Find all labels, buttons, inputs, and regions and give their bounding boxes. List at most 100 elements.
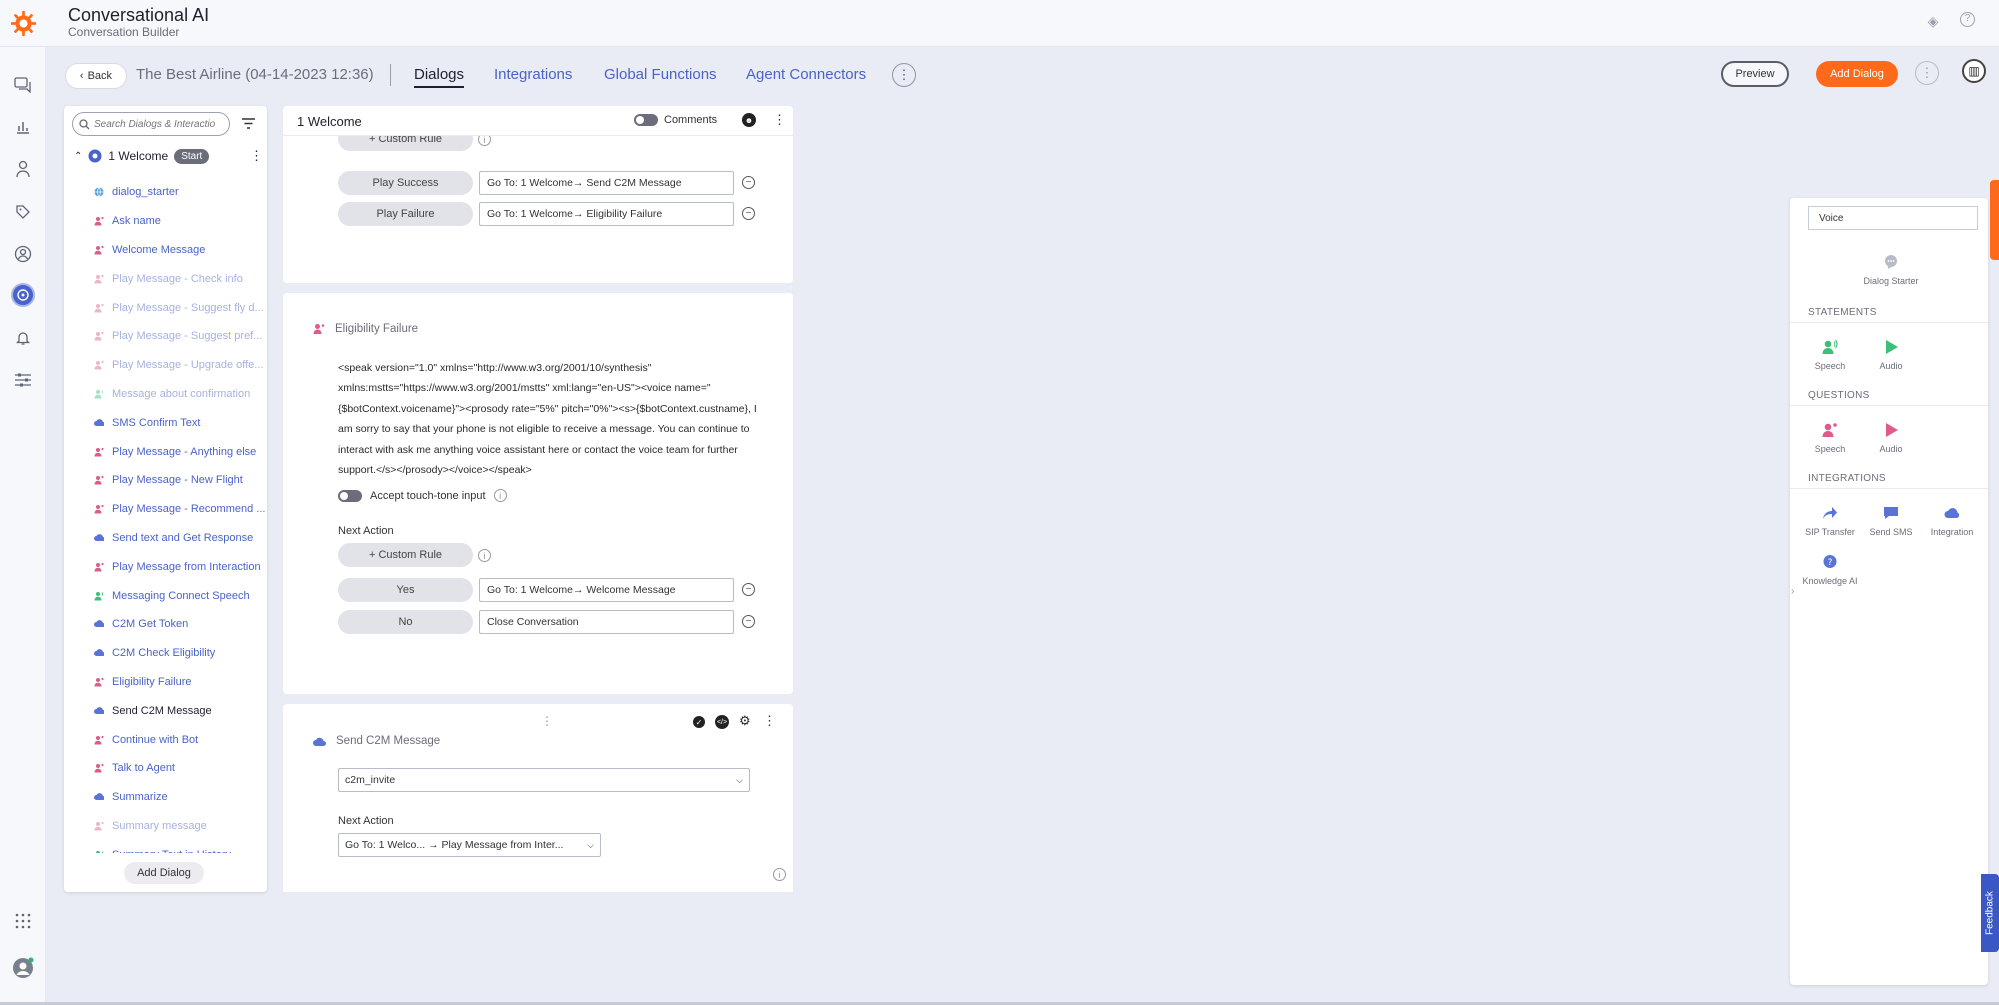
- avatar[interactable]: [11, 956, 35, 980]
- dialog-list-item-label: Send text and Get Response: [112, 531, 254, 544]
- gear-icon[interactable]: ⚙: [739, 713, 751, 729]
- next-action-select[interactable]: Go To: 1 Welco... → Play Message from In…: [338, 833, 601, 857]
- dialog-list-item[interactable]: Summary message: [64, 812, 267, 841]
- dialog-group-header[interactable]: ⌃ 1 Welcome Start ⋮: [74, 146, 264, 166]
- palette-statement-audio[interactable]: Audio: [1861, 339, 1921, 371]
- palette-question-speech[interactable]: Speech: [1800, 422, 1860, 454]
- dialog-list-item[interactable]: C2M Get Token: [64, 610, 267, 639]
- remove-rule-icon[interactable]: −: [742, 583, 755, 596]
- dialog-list-item-label: Message about confirmation: [112, 387, 251, 400]
- dialog-list-item[interactable]: Play Message from Interaction: [64, 552, 267, 581]
- bell-automation-icon[interactable]: [11, 326, 35, 350]
- add-dialog-button[interactable]: Add Dialog: [1816, 61, 1898, 87]
- action-no[interactable]: Close Conversation: [479, 610, 734, 634]
- dialog-list-item[interactable]: Play Message - Suggest pref...: [64, 322, 267, 351]
- action-play-failure[interactable]: Go To: 1 Welcome→ Eligibility Failure: [479, 202, 734, 226]
- dialog-list-item[interactable]: Eligibility Failure: [64, 668, 267, 697]
- book-icon[interactable]: ▥: [1962, 59, 1986, 83]
- filter-icon[interactable]: [242, 116, 255, 132]
- rule-yes[interactable]: Yes: [338, 578, 473, 602]
- dialog-list-item[interactable]: Play Message - Anything else: [64, 437, 267, 466]
- dialog-list-item[interactable]: Welcome Message: [64, 236, 267, 265]
- rule-play-failure[interactable]: Play Failure: [338, 202, 473, 226]
- remove-rule-icon[interactable]: −: [742, 615, 755, 628]
- palette-integration[interactable]: Integration: [1922, 505, 1982, 537]
- back-button[interactable]: ‹ Back: [65, 63, 127, 89]
- rule-no[interactable]: No: [338, 610, 473, 634]
- liveperson-logo-icon[interactable]: [10, 10, 37, 37]
- more-options-icon[interactable]: ⋮: [1915, 61, 1939, 85]
- tab-agent-connectors[interactable]: Agent Connectors: [746, 66, 866, 83]
- dialog-list-item[interactable]: SMS Confirm Text: [64, 408, 267, 437]
- tab-dialogs[interactable]: Dialogs: [414, 66, 465, 88]
- palette-handle[interactable]: [1990, 180, 1999, 260]
- preview-button[interactable]: Preview: [1721, 61, 1789, 87]
- dialog-list-item[interactable]: Send text and Get Response: [64, 524, 267, 553]
- analytics-icon[interactable]: [11, 115, 35, 139]
- settings-sliders-icon[interactable]: [11, 368, 35, 392]
- feedback-tab[interactable]: Feedback: [1981, 874, 1999, 952]
- bot-agent-icon[interactable]: [11, 157, 35, 181]
- card-more-icon[interactable]: ⋮: [763, 713, 776, 729]
- dialog-list-item[interactable]: dialog_starter: [64, 178, 267, 207]
- info-icon[interactable]: i: [478, 549, 491, 562]
- dialog-list-item[interactable]: Messaging Connect Speech: [64, 581, 267, 610]
- more-tabs-icon[interactable]: ⋮: [892, 63, 916, 87]
- tab-global-functions[interactable]: Global Functions: [604, 66, 717, 83]
- check-icon[interactable]: ✓: [693, 716, 705, 728]
- chevron-up-icon[interactable]: ⌃: [74, 151, 82, 162]
- remove-rule-icon[interactable]: −: [742, 207, 755, 220]
- group-more-icon[interactable]: ⋮: [250, 148, 263, 164]
- speech-question-icon: [1822, 422, 1838, 438]
- rule-play-success[interactable]: Play Success: [338, 171, 473, 195]
- dialog-list-item[interactable]: Send C2M Message: [64, 696, 267, 725]
- dialog-list-item[interactable]: Play Message - Recommend ...: [64, 495, 267, 524]
- dialog-list-item[interactable]: Ask name: [64, 207, 267, 236]
- user-circle-icon[interactable]: [11, 242, 35, 266]
- dialog-list-item[interactable]: Summary Text in History: [64, 840, 267, 853]
- remove-rule-icon[interactable]: −: [742, 176, 755, 189]
- app-grid-icon[interactable]: [11, 909, 35, 933]
- ssml-message-text[interactable]: <speak version="1.0" xmlns="http://www.w…: [338, 358, 758, 480]
- dialog-list-item[interactable]: Continue with Bot: [64, 725, 267, 754]
- layers-icon[interactable]: ◈: [1924, 12, 1942, 30]
- conversation-builder-icon[interactable]: [11, 283, 35, 307]
- speech-question-icon: [94, 360, 104, 370]
- dialog-list-item[interactable]: Play Message - New Flight: [64, 466, 267, 495]
- dialog-list-item[interactable]: Play Message - Suggest fly d...: [64, 293, 267, 322]
- dialog-list-item[interactable]: Play Message - Upgrade offe...: [64, 351, 267, 380]
- channel-select[interactable]: Voice: [1808, 206, 1978, 230]
- palette-knowledge-ai[interactable]: ? Knowledge AI: [1800, 554, 1860, 586]
- account-icon[interactable]: ☻: [742, 113, 756, 127]
- dialog-search[interactable]: [72, 112, 230, 136]
- search-input[interactable]: [94, 118, 220, 130]
- tag-icon[interactable]: [11, 200, 35, 224]
- code-icon[interactable]: </>: [715, 715, 729, 729]
- drag-handle-icon[interactable]: ⋮: [541, 714, 553, 728]
- dialog-list-item[interactable]: C2M Check Eligibility: [64, 639, 267, 668]
- info-icon[interactable]: i: [493, 489, 507, 502]
- dialog-list-item[interactable]: Message about confirmation: [64, 380, 267, 409]
- conversations-icon[interactable]: [11, 73, 35, 97]
- palette-send-sms[interactable]: Send SMS: [1861, 505, 1921, 537]
- info-icon[interactable]: i: [773, 868, 786, 881]
- custom-rule-button[interactable]: + Custom Rule: [338, 543, 473, 567]
- palette-question-audio[interactable]: Audio: [1861, 422, 1921, 454]
- tab-integrations[interactable]: Integrations: [494, 66, 572, 83]
- dialog-list-item[interactable]: Play Message - Check info: [64, 264, 267, 293]
- palette-dialog-starter[interactable]: Dialog Starter: [1861, 254, 1921, 286]
- canvas-more-icon[interactable]: ⋮: [773, 112, 786, 128]
- action-play-success[interactable]: Go To: 1 Welcome→ Send C2M Message: [479, 171, 734, 195]
- dialog-list-item[interactable]: Summarize: [64, 783, 267, 812]
- dialog-list-item[interactable]: Talk to Agent: [64, 754, 267, 783]
- palette-statement-speech[interactable]: Speech: [1800, 339, 1860, 371]
- collapse-chevron-icon[interactable]: ›: [1791, 586, 1794, 597]
- dialog-list-item-label: Continue with Bot: [112, 733, 199, 746]
- help-icon[interactable]: ?: [1960, 12, 1975, 27]
- palette-sip-transfer[interactable]: SIP Transfer: [1800, 505, 1860, 537]
- integration-select[interactable]: c2m_invite ⌵: [338, 768, 750, 792]
- touch-tone-toggle[interactable]: [338, 489, 362, 502]
- action-yes[interactable]: Go To: 1 Welcome→ Welcome Message: [479, 578, 734, 602]
- add-dialog-footer-button[interactable]: Add Dialog: [124, 862, 204, 884]
- comments-toggle[interactable]: [634, 114, 658, 126]
